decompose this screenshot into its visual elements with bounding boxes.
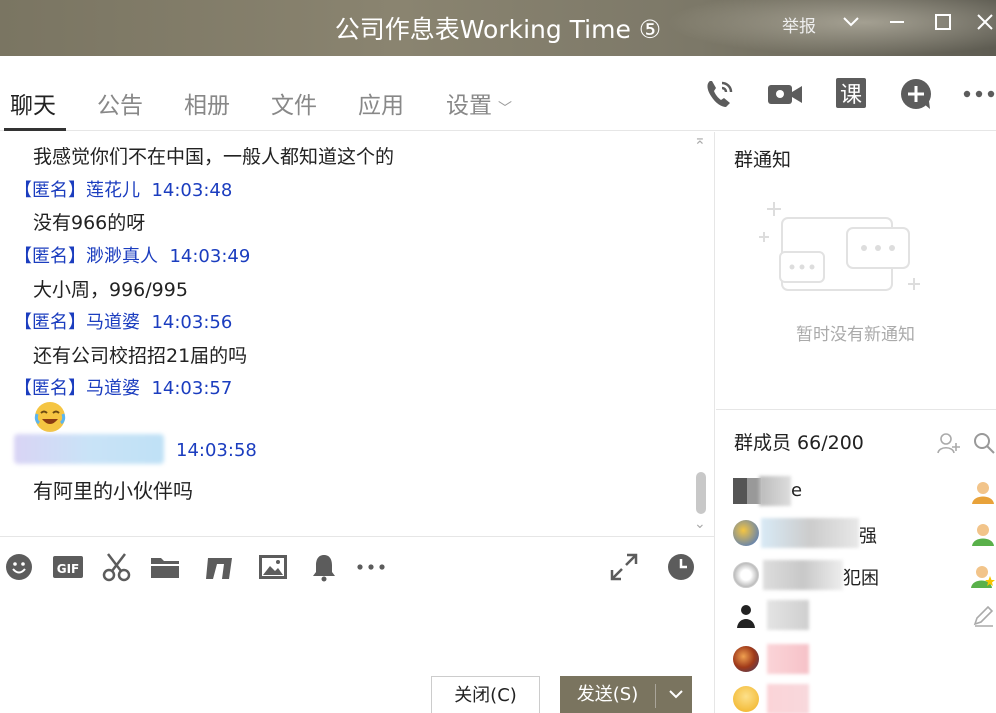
- message-time: 14:03:48: [151, 180, 233, 201]
- blurred-sender-name: [14, 434, 164, 464]
- laughing-tears-emoji: [33, 400, 67, 434]
- tab-files[interactable]: 文件: [271, 86, 317, 120]
- search-icon[interactable]: [972, 431, 996, 455]
- right-panel-divider: [716, 409, 996, 410]
- blurred-name: [767, 600, 809, 630]
- message-text: 没有966的呀: [33, 212, 146, 234]
- video-call-icon[interactable]: [767, 76, 803, 112]
- message-time: 14:03:58: [176, 440, 257, 461]
- active-tab-indicator: [4, 128, 66, 131]
- message-time: 14:03:49: [169, 246, 251, 267]
- avatar: [733, 646, 759, 672]
- gif-icon[interactable]: GIF: [53, 552, 83, 582]
- close-icon[interactable]: [970, 10, 996, 40]
- phone-call-icon[interactable]: [702, 76, 738, 112]
- message-text: 有阿里的小伙伴吗: [33, 479, 193, 503]
- member-name: e: [791, 480, 803, 501]
- message-time: 14:03:57: [151, 378, 233, 399]
- message-time: 14:03:56: [151, 312, 233, 333]
- more-icon[interactable]: [356, 552, 386, 582]
- owner-user-icon: [971, 480, 995, 504]
- member-item[interactable]: 犯困: [733, 558, 996, 592]
- tab-announcement[interactable]: 公告: [97, 86, 143, 120]
- chevron-down-icon[interactable]: [836, 10, 866, 40]
- tab-album[interactable]: 相册: [184, 86, 230, 120]
- lesson-glyph: 课: [840, 83, 862, 108]
- avatar: [733, 520, 759, 546]
- avatar: [733, 602, 759, 628]
- member-item[interactable]: e: [733, 474, 996, 508]
- expand-icon[interactable]: [609, 552, 639, 582]
- member-item[interactable]: 强: [733, 516, 996, 550]
- member-name: 强: [859, 526, 877, 547]
- message-header: 【匿名】马道婆 14:03:56: [14, 308, 232, 334]
- report-button[interactable]: 举报: [782, 12, 816, 37]
- blurred-name: [767, 644, 809, 674]
- chat-scrollbar[interactable]: [696, 472, 706, 514]
- folder-icon[interactable]: [150, 552, 180, 582]
- chevron-down-icon: ﹀: [498, 101, 512, 117]
- empty-notice-illustration: [752, 196, 932, 306]
- avatar: [733, 478, 761, 504]
- panel-divider: [714, 132, 715, 713]
- lesson-icon[interactable]: 课: [834, 76, 870, 112]
- blurred-name: [759, 476, 791, 506]
- scroll-bottom-icon[interactable]: ⌄: [694, 516, 706, 532]
- close-button[interactable]: 关闭(C): [431, 676, 540, 713]
- more-icon[interactable]: [962, 76, 996, 112]
- sender-name[interactable]: 【匿名】马道婆: [14, 312, 140, 333]
- member-item[interactable]: [733, 642, 996, 676]
- scissors-icon[interactable]: [102, 552, 132, 582]
- sender-name[interactable]: 【匿名】马道婆: [14, 378, 140, 399]
- chat-input-divider: [0, 536, 714, 537]
- qq-group-chat-window: 公司作息表Working Time ⑤ 举报 聊天 公告 相册 文件 应用 设置…: [0, 0, 996, 713]
- admin-user-icon: [971, 522, 995, 546]
- gif-label: GIF: [57, 562, 80, 576]
- chat-message-list[interactable]: 我感觉你们不在中国，一般人都知道这个的 【匿名】莲花儿 14:03:48 没有9…: [0, 132, 714, 536]
- image-icon[interactable]: [258, 552, 288, 582]
- send-button-separator: [655, 684, 656, 708]
- add-icon[interactable]: [899, 76, 935, 112]
- avatar: [733, 562, 759, 588]
- maximize-icon[interactable]: [928, 10, 958, 40]
- message-header: 【匿名】莲花儿 14:03:48: [14, 176, 232, 202]
- tab-chat[interactable]: 聊天: [10, 86, 56, 120]
- message-text: 还有公司校招招21届的吗: [33, 345, 248, 367]
- smiley-icon[interactable]: [5, 552, 35, 582]
- member-item[interactable]: [733, 598, 996, 632]
- message-text: 大小周，996/995: [33, 279, 188, 301]
- minimize-icon[interactable]: [882, 10, 912, 40]
- edit-icon[interactable]: [971, 604, 995, 628]
- add-member-icon[interactable]: [937, 431, 961, 455]
- blurred-name: [761, 518, 859, 548]
- message-input[interactable]: [0, 590, 714, 670]
- members-title: 群成员 66/200: [734, 432, 864, 454]
- sender-name[interactable]: 【匿名】渺渺真人: [14, 246, 158, 267]
- no-notice-text: 暂时没有新通知: [796, 325, 915, 345]
- tab-settings-label: 设置: [446, 93, 492, 119]
- message-text: 我感觉你们不在中国，一般人都知道这个的: [33, 146, 395, 168]
- admin-star-user-icon: [971, 564, 995, 588]
- blurred-name: [767, 684, 809, 713]
- history-clock-icon[interactable]: [666, 552, 696, 582]
- gift-icon[interactable]: [205, 552, 235, 582]
- message-header: 【匿名】渺渺真人 14:03:49: [14, 242, 250, 268]
- member-name: 犯困: [843, 568, 879, 589]
- send-button-label: 发送(S): [576, 684, 639, 705]
- tab-apps[interactable]: 应用: [358, 86, 404, 120]
- group-notice-title[interactable]: 群通知: [734, 145, 791, 172]
- message-header: 【匿名】马道婆 14:03:57: [14, 374, 232, 400]
- send-button[interactable]: 发送(S): [560, 676, 692, 713]
- avatar: [733, 686, 759, 712]
- title-bar[interactable]: 公司作息表Working Time ⑤ 举报: [0, 0, 996, 56]
- scroll-top-icon[interactable]: ⌅: [694, 132, 706, 148]
- sender-name[interactable]: 【匿名】莲花儿: [14, 180, 140, 201]
- blurred-name: [763, 560, 843, 590]
- chevron-down-icon[interactable]: [660, 676, 692, 713]
- member-item[interactable]: [733, 682, 996, 713]
- tab-settings[interactable]: 设置 ﹀: [446, 86, 512, 120]
- bell-icon[interactable]: [309, 552, 339, 582]
